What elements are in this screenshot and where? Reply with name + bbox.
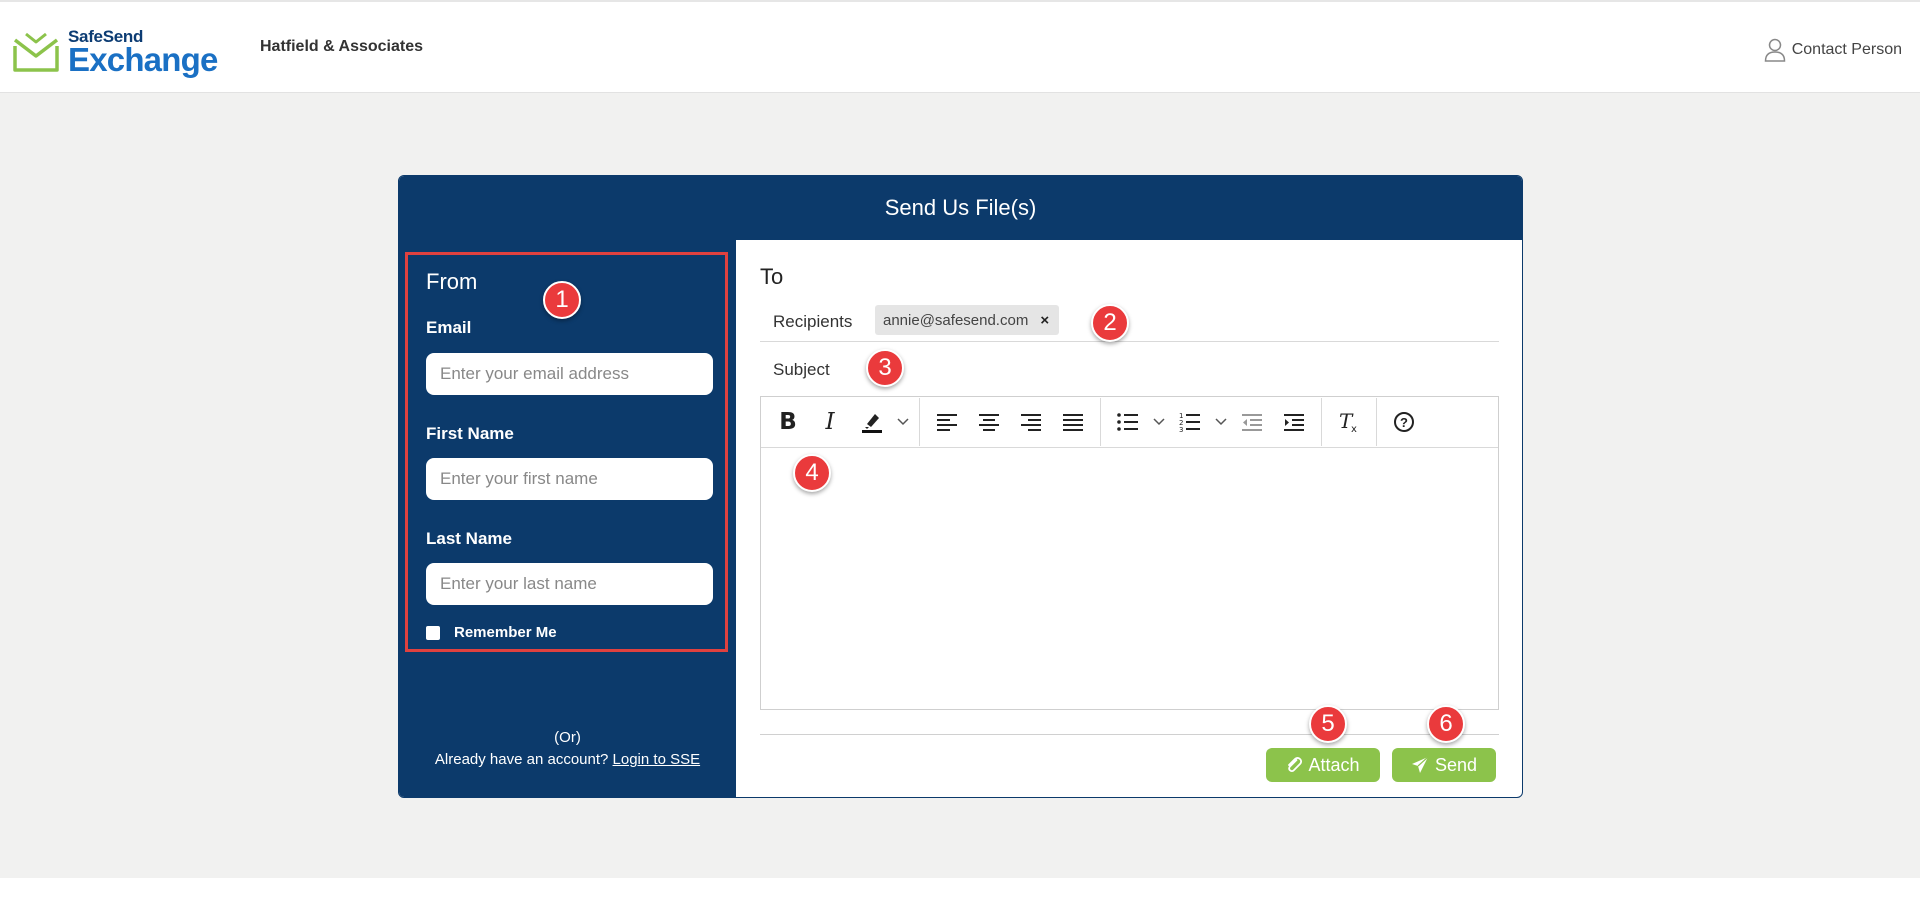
- last-name-label: Last Name: [426, 529, 512, 548]
- help-icon: ?: [1394, 412, 1414, 432]
- send-button[interactable]: Send: [1392, 748, 1496, 782]
- align-left-icon[interactable]: [926, 402, 968, 442]
- login-to-sse-link[interactable]: Login to SSE: [613, 751, 701, 768]
- remember-me-checkbox[interactable]: [426, 625, 440, 640]
- recipient-email: annie@safesend.com: [883, 311, 1029, 329]
- bullet-list-icon[interactable]: [1107, 402, 1149, 442]
- highlight-dropdown-chevron-down-icon[interactable]: [893, 402, 913, 442]
- attach-button[interactable]: Attach: [1266, 748, 1380, 782]
- from-title: From: [426, 269, 478, 294]
- clear-format-icon[interactable]: Tx: [1328, 402, 1370, 442]
- annotation-badge-4: 4: [793, 454, 831, 492]
- paperclip-icon: [1288, 757, 1303, 773]
- account-prompt: Already have an account?: [434, 751, 609, 768]
- user-icon: [1764, 38, 1785, 62]
- svg-text:x: x: [1351, 424, 1357, 434]
- email-label: Email: [426, 318, 472, 337]
- first-name-label: First Name: [426, 424, 514, 443]
- bullet-list-chevron-down-icon[interactable]: [1149, 402, 1169, 442]
- firm-name: Hatfield & Associates: [260, 38, 424, 55]
- annotation-badge-3: 3: [866, 349, 904, 387]
- annotation-badge-6: 6: [1427, 705, 1465, 743]
- align-center-icon[interactable]: [968, 402, 1010, 442]
- annotation-badge-5: 5: [1309, 705, 1347, 743]
- remember-me[interactable]: Remember Me: [426, 624, 557, 641]
- first-name-field[interactable]: [426, 458, 713, 500]
- envelope-logo-icon: [13, 32, 59, 72]
- logo-text-bottom: Exchange: [68, 41, 218, 78]
- or-separator: (Or): [554, 729, 581, 746]
- actions-divider: [760, 734, 1499, 735]
- highlight-icon[interactable]: [851, 402, 893, 442]
- message-editor: B I 1 2 3 T x ?: [760, 396, 1499, 710]
- email-field[interactable]: [426, 353, 713, 395]
- toolbar-divider: [919, 398, 920, 446]
- italic-icon[interactable]: I: [809, 402, 851, 442]
- remove-recipient-icon[interactable]: ×: [1040, 312, 1049, 329]
- toolbar-divider: [1321, 398, 1322, 446]
- recipients-label: Recipients: [773, 312, 853, 331]
- contact-person-menu[interactable]: Contact Person: [1764, 38, 1902, 62]
- toolbar-divider: [1376, 398, 1377, 446]
- indent-icon[interactable]: [1273, 402, 1315, 442]
- align-justify-icon[interactable]: [1052, 402, 1094, 442]
- numbered-list-chevron-down-icon[interactable]: [1211, 402, 1231, 442]
- help-button[interactable]: ?: [1383, 402, 1425, 442]
- last-name-field[interactable]: [426, 563, 713, 605]
- from-panel: From Email First Name Last Name Remember…: [399, 240, 736, 797]
- editor-body[interactable]: [761, 448, 1498, 710]
- to-panel: To Recipients annie@safesend.com × Subje…: [736, 240, 1522, 797]
- recipients-row[interactable]: Recipients annie@safesend.com ×: [760, 302, 1499, 342]
- annotation-badge-2: 2: [1091, 304, 1129, 342]
- numbered-list-icon[interactable]: 123: [1169, 402, 1211, 442]
- send-label: Send: [1434, 754, 1478, 775]
- annotation-badge-1: 1: [543, 281, 581, 319]
- remember-me-label: Remember Me: [454, 624, 557, 641]
- contact-person-label: Contact Person: [1791, 41, 1902, 58]
- paper-plane-icon: [1411, 756, 1429, 773]
- svg-text:3: 3: [1179, 426, 1183, 432]
- card-title: Send Us File(s): [399, 176, 1522, 240]
- app-header: SafeSend Exchange Hatfield & Associates …: [0, 0, 1920, 93]
- outdent-icon[interactable]: [1231, 402, 1273, 442]
- login-prompt: Already have an account? Login to SSE: [399, 751, 736, 768]
- send-files-card: Send Us File(s) From Email First Name La…: [398, 175, 1523, 798]
- safesend-logo[interactable]: SafeSend Exchange: [12, 28, 218, 76]
- to-title: To: [760, 264, 784, 289]
- toolbar-divider: [1100, 398, 1101, 446]
- align-right-icon[interactable]: [1010, 402, 1052, 442]
- bold-icon[interactable]: B: [767, 402, 809, 442]
- subject-label: Subject: [773, 360, 830, 379]
- recipient-chip: annie@safesend.com ×: [875, 305, 1060, 335]
- attach-label: Attach: [1308, 754, 1360, 775]
- footer-strip: [0, 878, 1920, 903]
- editor-toolbar: B I 1 2 3 T x ?: [761, 397, 1498, 448]
